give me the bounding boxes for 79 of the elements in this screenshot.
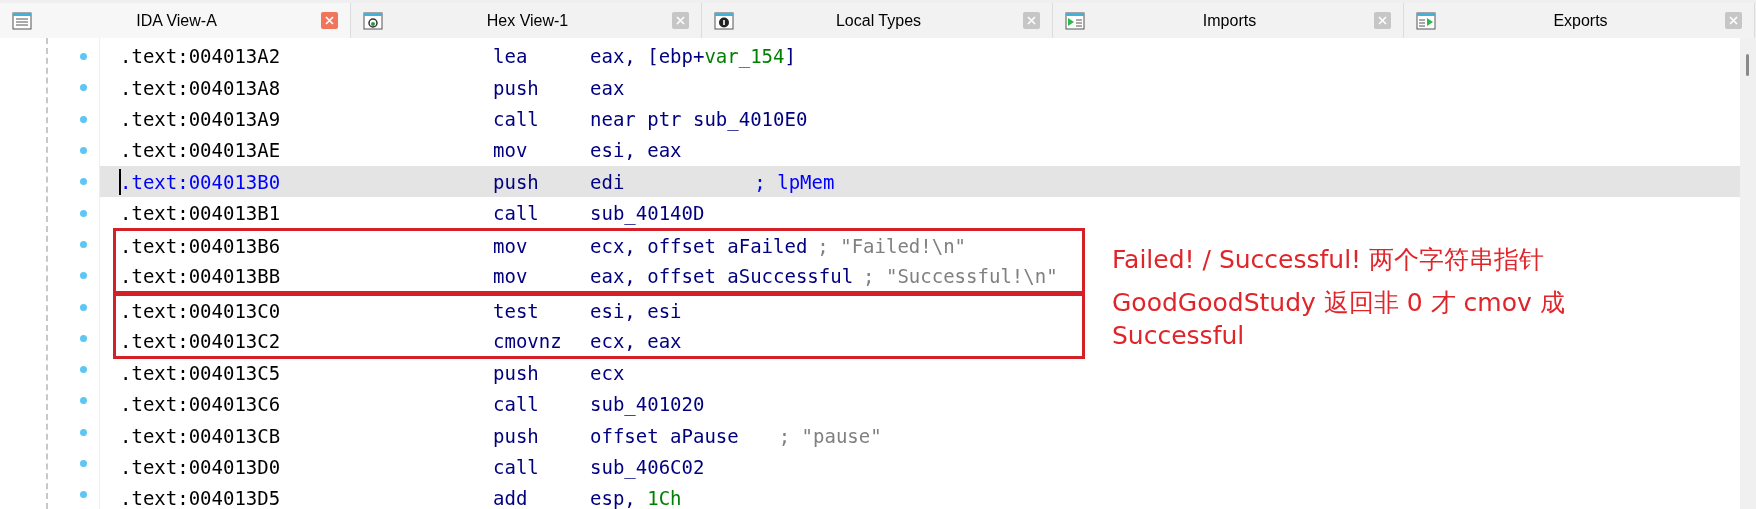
- close-icon[interactable]: [672, 12, 689, 29]
- bullet-icon: [80, 240, 87, 248]
- address: .text:004013B6: [120, 233, 282, 259]
- address: .text:004013AE: [120, 138, 282, 164]
- mnemonic: cmovnz: [493, 328, 563, 354]
- bullet-icon: [80, 84, 87, 92]
- operands: near ptr sub_4010E0: [590, 107, 808, 133]
- address: .text:004013B1: [120, 200, 282, 226]
- close-icon[interactable]: [1725, 12, 1742, 29]
- address: .text:004013C6: [120, 392, 282, 418]
- mnemonic: mov: [493, 263, 529, 289]
- mnemonic: call: [493, 455, 540, 481]
- comment: ; lpMem: [754, 169, 835, 195]
- mnemonic: push: [493, 75, 540, 101]
- import-window-icon: [1065, 10, 1085, 31]
- close-icon[interactable]: [1023, 12, 1040, 29]
- operands: ecx: [590, 361, 625, 387]
- operands: esp, 1Ch: [590, 486, 682, 509]
- operands: ecx, eax: [590, 328, 682, 354]
- address: .text:004013A8: [120, 75, 282, 101]
- list-window-icon: [12, 10, 32, 31]
- bullet-icon: [80, 53, 87, 61]
- bullet-icon: [80, 334, 87, 342]
- address: .text:004013A2: [120, 44, 282, 70]
- mnemonic: call: [493, 392, 540, 418]
- address: .text:004013B0: [120, 169, 282, 195]
- bullet-icon: [80, 428, 87, 436]
- bullet-icon: [80, 178, 87, 186]
- address: .text:004013D0: [120, 455, 282, 481]
- text-cursor: [119, 169, 121, 196]
- bullet-icon: [80, 147, 87, 155]
- annotation-text: Failed! / Successful! 两个字符串指针: [1112, 244, 1546, 276]
- bullet-icon: [80, 491, 87, 499]
- annotation-text: GoodGoodStudy 返回非 0 才 cmov 成 Successful: [1112, 287, 1566, 352]
- address: .text:004013C2: [120, 328, 282, 354]
- address: .text:004013D5: [120, 486, 282, 509]
- operands: eax: [590, 75, 625, 101]
- operands: ecx, offset aFailed: [590, 233, 808, 259]
- bullet-icon: [80, 303, 87, 311]
- mnemonic: mov: [493, 233, 529, 259]
- operands: eax, [ebp+var_154]: [590, 44, 796, 70]
- address: .text:004013CB: [120, 423, 282, 449]
- bullet-icon: [80, 272, 87, 280]
- info-window-icon: [714, 10, 734, 31]
- operands: eax, offset aSuccessful: [590, 263, 854, 289]
- operands: sub_406C02: [590, 455, 705, 481]
- bullet-icon: [80, 209, 87, 217]
- bullet-icon: [80, 460, 87, 467]
- mnemonic: call: [493, 200, 540, 226]
- mnemonic: call: [493, 107, 540, 132]
- comment: ; "Failed!\n": [817, 233, 967, 259]
- export-window-icon: [1416, 10, 1436, 31]
- comment: ; "Successful!\n": [863, 263, 1058, 289]
- operands: offset aPause: [590, 423, 739, 449]
- address: .text:004013C0: [120, 298, 282, 324]
- mnemonic: mov: [493, 138, 529, 164]
- tab[interactable]: IDA View-A: [0, 3, 351, 38]
- address: .text:004013C5: [120, 361, 282, 387]
- bullet-icon: [80, 397, 87, 405]
- operands: esi, esi: [590, 298, 682, 324]
- mnemonic: test: [493, 298, 540, 324]
- hex-window-icon: [363, 10, 383, 31]
- address: .text:004013A9: [120, 107, 282, 132]
- operands: sub_40140D: [590, 200, 705, 227]
- address: .text:004013BB: [120, 263, 282, 289]
- bullet-icon: [80, 366, 87, 374]
- mnemonic: lea: [493, 44, 529, 70]
- close-icon[interactable]: [1374, 12, 1391, 29]
- close-icon[interactable]: [321, 12, 338, 29]
- comment: ; "pause": [778, 423, 882, 449]
- operands: esi, eax: [590, 138, 682, 164]
- mnemonic: add: [493, 486, 529, 509]
- mnemonic: push: [493, 361, 540, 387]
- scrollbar-thumb[interactable]: [1746, 54, 1749, 76]
- mnemonic: push: [493, 423, 540, 449]
- operands: sub_401020: [590, 392, 705, 418]
- mnemonic: push: [493, 169, 540, 195]
- bullet-icon: [80, 115, 87, 123]
- operands: edi: [590, 169, 625, 195]
